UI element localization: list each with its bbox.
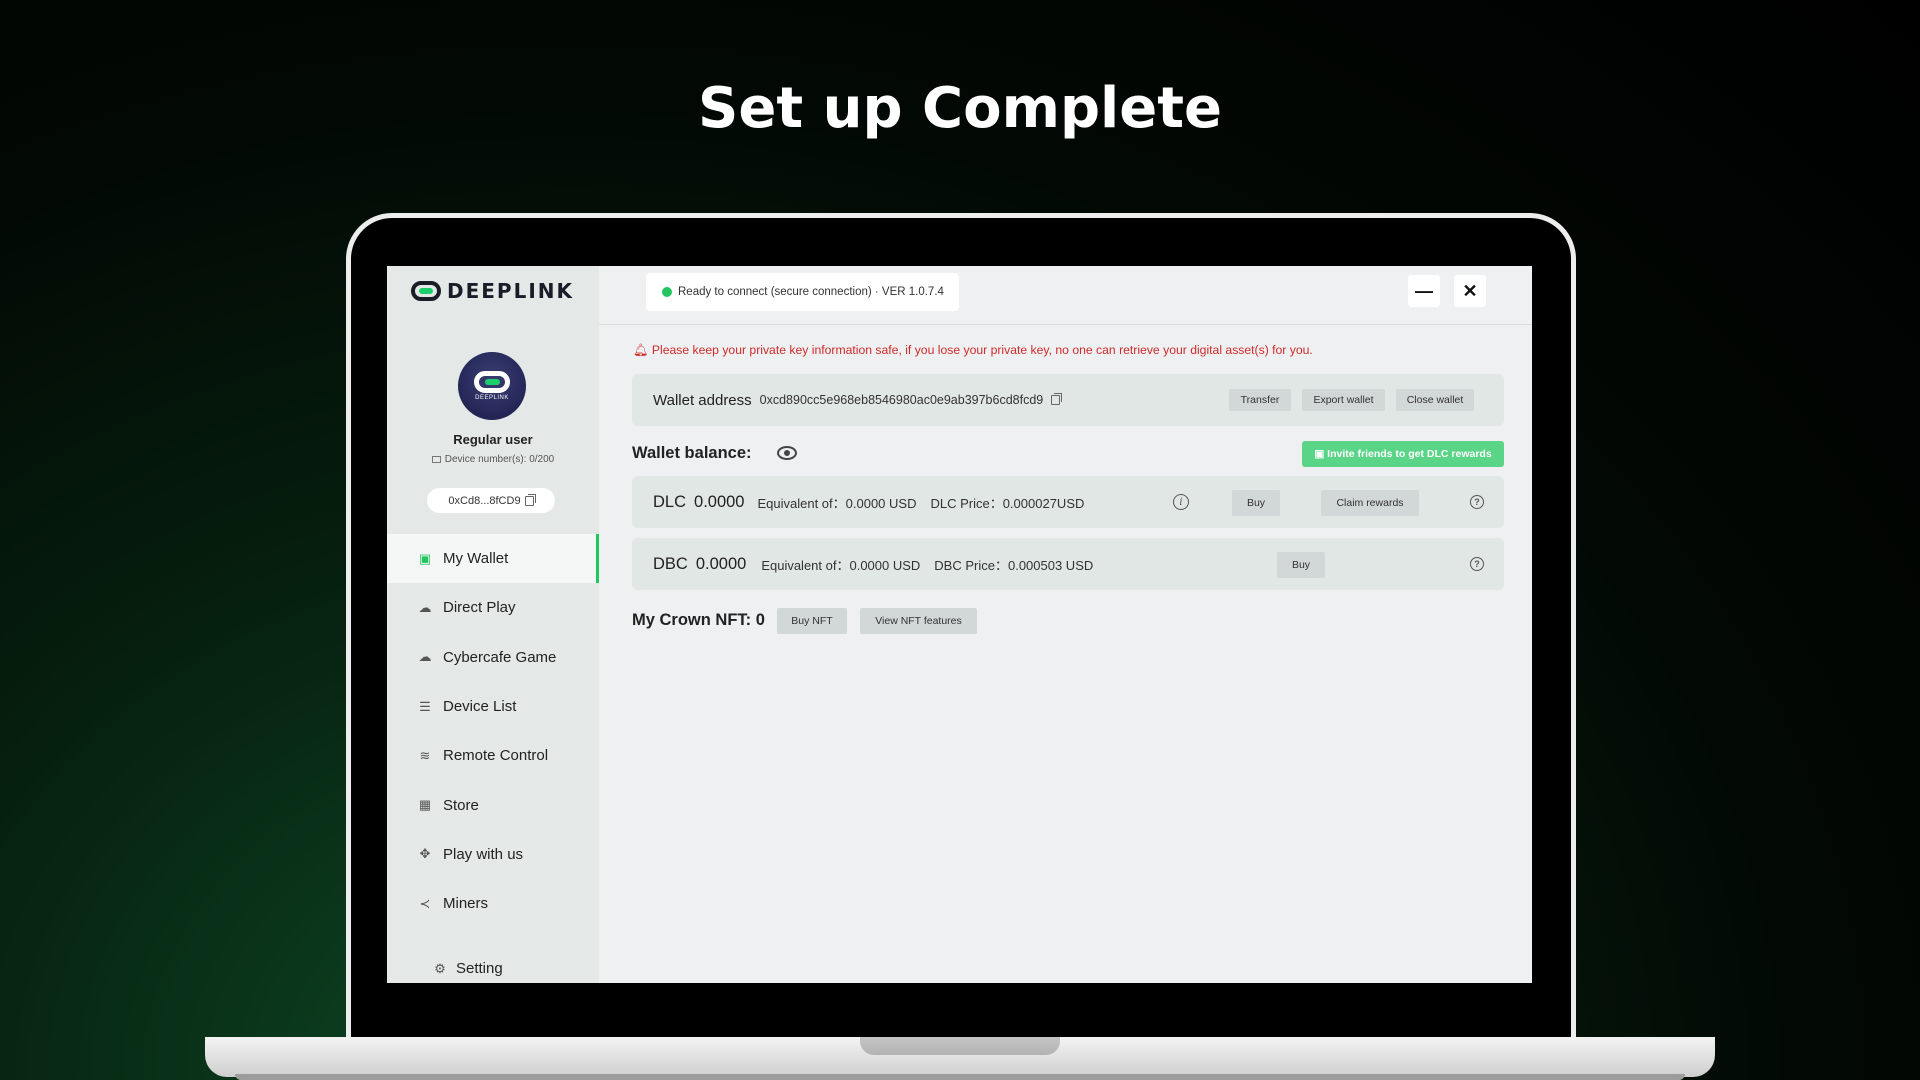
view-nft-features-button[interactable]: View NFT features [860,608,977,634]
app-window: DEEPLINK DEEPLINK Regular user Device nu… [387,266,1532,983]
status-dot-icon [662,287,672,297]
dlc-coin-name: DLC [653,492,687,511]
sidebar-item-label: Direct Play [443,599,516,617]
sidebar-item-label: Play with us [443,845,524,863]
logo-text: DEEPLINK [447,279,575,303]
sidebar-item-label: My Wallet [443,550,509,568]
laptop-base-foot [235,1074,1685,1080]
sidebar-item-label: Miners [443,895,489,913]
avatar-logo-icon [474,371,510,393]
dbc-buy-button[interactable]: Buy [1277,552,1325,578]
info-icon[interactable]: i [1173,494,1189,510]
dlc-amount: 0.0000 [694,492,745,511]
dlc-equivalent: Equivalent of：0.0000 USD [757,495,917,511]
sidebar-item-label: Remote Control [443,747,549,765]
bell-icon: 🔔︎ [633,343,652,357]
dbc-equivalent: Equivalent of：0.0000 USD [761,557,921,573]
claim-rewards-button[interactable]: Claim rewards [1321,490,1419,516]
sidebar-item-direct-play[interactable]: ☁ Direct Play [387,583,599,632]
sidebar-item-cybercafe-game[interactable]: ☁ Cybercafe Game [387,633,599,682]
dlc-buy-button[interactable]: Buy [1232,490,1280,516]
avatar-text: DEEPLINK [475,395,509,401]
buy-nft-button[interactable]: Buy NFT [777,608,847,634]
sidebar-item-play-with-us[interactable]: ✥ Play with us [387,830,599,879]
dlc-price: DLC Price：0.000027USD [930,495,1085,511]
connection-status: Ready to connect (secure connection) · V… [646,273,959,311]
gear-icon: ⚙ [434,960,446,976]
invite-friends-button[interactable]: ▣ Invite friends to get DLC rewards [1302,441,1504,467]
dlc-balance-card: DLC 0.0000 Equivalent of：0.0000 USD DLC … [632,476,1504,528]
address-short: 0xCd8...8fCD9 [448,494,521,507]
sidebar-item-label: Cybercafe Game [443,648,557,666]
help-icon[interactable]: ? [1470,495,1484,509]
device-number: Device number(s): 0/200 [387,454,599,465]
store-icon: ▦ [418,797,432,813]
sidebar-item-remote-control[interactable]: ≋ Remote Control [387,731,599,780]
cloud-icon: ☁ [418,599,432,615]
status-text: Ready to connect (secure connection) · V… [678,286,944,298]
wallet-address-card: Wallet address 0xcd890cc5e968eb8546980ac… [632,374,1504,426]
transfer-button[interactable]: Transfer [1229,389,1291,411]
avatar: DEEPLINK [458,352,526,420]
address-pill[interactable]: 0xCd8...8fCD9 [427,488,555,513]
sidebar-item-label: Store [443,796,479,814]
dbc-balance-card: DBC 0.0000 Equivalent of：0.0000 USD DBC … [632,538,1504,590]
crown-nft-title: My Crown NFT: 0 [632,611,765,629]
app-logo: DEEPLINK [411,279,574,303]
close-wallet-button[interactable]: Close wallet [1396,389,1474,411]
wifi-icon: ≋ [419,747,431,763]
sidebar-nav: ▣ My Wallet ☁ Direct Play ☁ Cybercafe Ga… [387,534,599,928]
close-button[interactable]: ✕ [1454,275,1486,307]
dbc-price: DBC Price：0.000503 USD [934,557,1094,573]
gamepad-icon: ✥ [419,846,431,862]
header-divider [599,324,1532,325]
share-icon: ≺ [419,895,431,911]
wallet-address-value: 0xcd890cc5e968eb8546980ac0e9ab397b6cd8fc… [759,393,1044,407]
user-type: Regular user [453,432,533,447]
device-number-text: Device number(s): 0/200 [444,454,555,465]
wallet-icon: ▣ [418,550,432,566]
eye-icon[interactable] [777,446,797,460]
setting-label: Setting [456,960,503,977]
wallet-balance-title: Wallet balance: [632,444,752,462]
logo-mark-icon [411,281,441,301]
minimize-icon: — [1415,280,1433,301]
sidebar-item-my-wallet[interactable]: ▣ My Wallet [387,534,599,584]
private-key-warning: 🔔︎ Please keep your private key informat… [633,343,1313,357]
cloud-icon: ☁ [418,649,432,665]
headline: Set up Complete [698,76,1222,141]
list-icon: ☰ [419,698,431,714]
sidebar-item-device-list[interactable]: ☰ Device List [387,682,599,731]
laptop-notch [860,1037,1060,1055]
dbc-amount: 0.0000 [695,554,747,573]
monitor-icon [431,455,441,463]
wallet-address-label: Wallet address [653,391,752,409]
sidebar: DEEPLINK DEEPLINK Regular user Device nu… [387,266,599,983]
sidebar-item-miners[interactable]: ≺ Miners [387,879,599,928]
sidebar-item-setting[interactable]: ⚙ Setting [432,960,503,977]
invite-label: Invite friends to get DLC rewards [1327,448,1492,460]
export-wallet-button[interactable]: Export wallet [1302,389,1385,411]
warning-text: Please keep your private key information… [651,343,1313,357]
minimize-button[interactable]: — [1408,275,1440,307]
gift-icon: ▣ [1314,448,1328,460]
help-icon[interactable]: ? [1470,557,1484,571]
copy-icon[interactable] [1051,393,1063,405]
close-icon: ✕ [1462,280,1478,301]
sidebar-item-label: Device List [443,698,517,716]
copy-icon[interactable] [524,493,536,506]
dbc-coin-name: DBC [653,554,688,573]
sidebar-item-store[interactable]: ▦ Store [387,780,599,829]
